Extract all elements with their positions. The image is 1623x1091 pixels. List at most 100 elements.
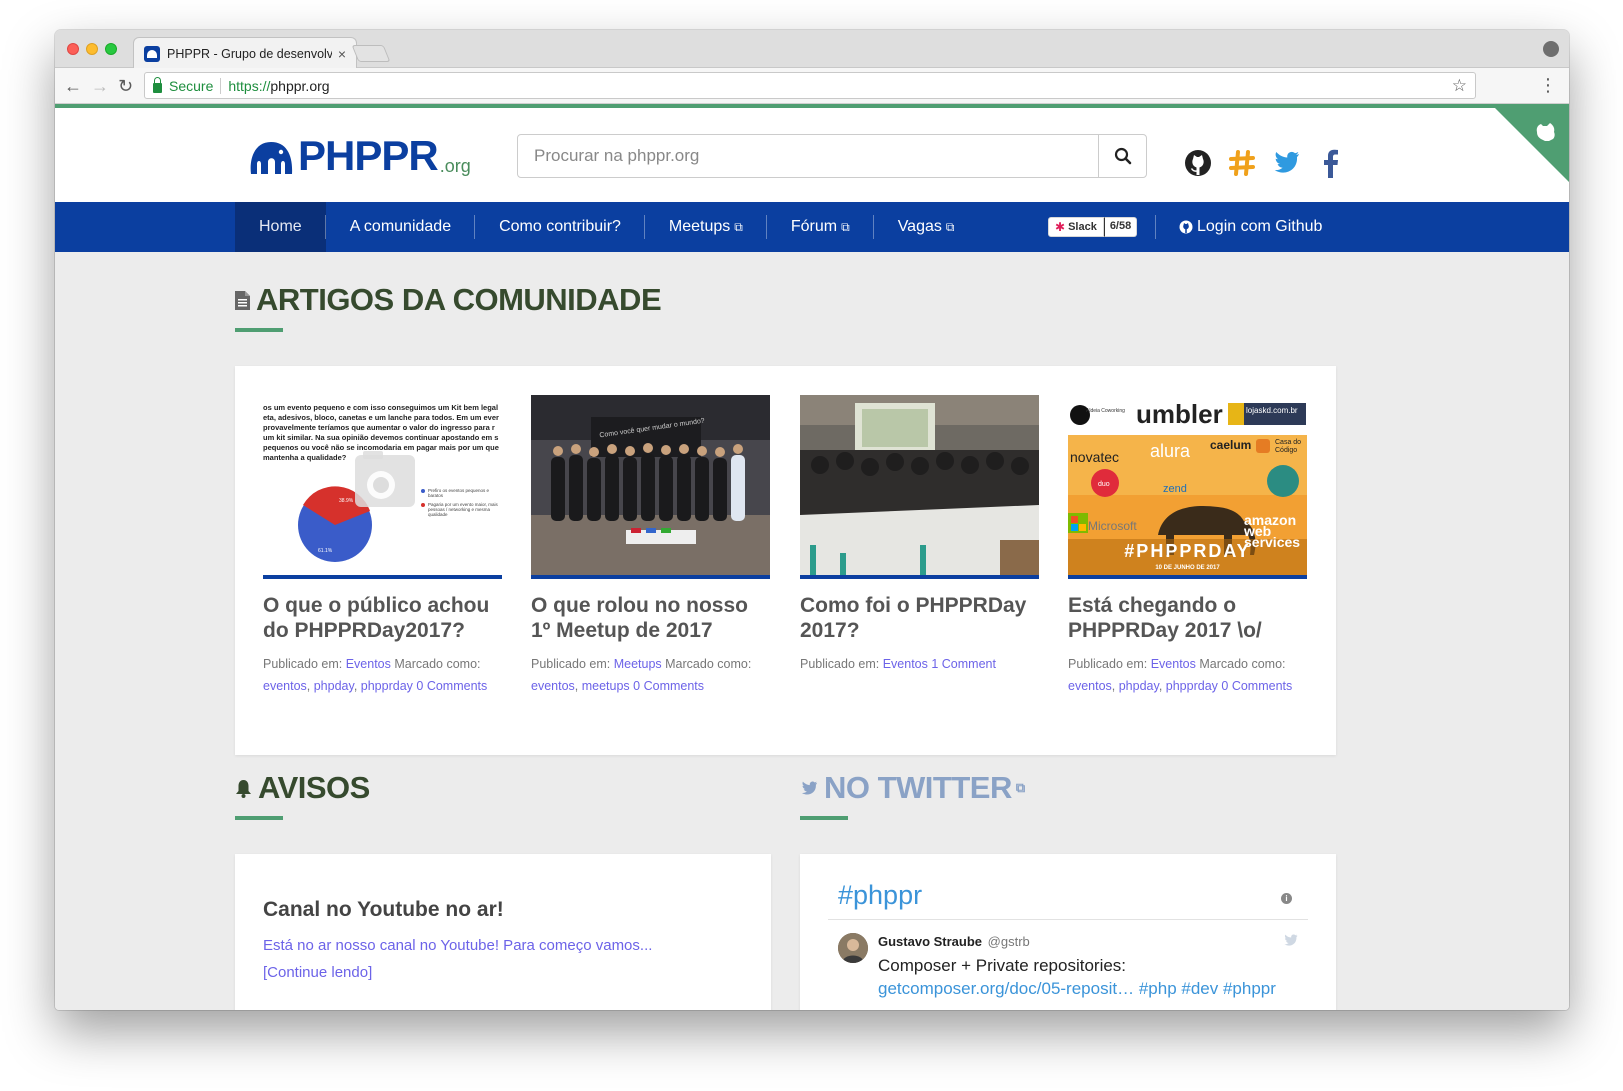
tag-link[interactable]: eventos bbox=[1068, 679, 1112, 693]
nav-forum-label: Fórum bbox=[790, 218, 838, 235]
tweet-author-handle: @gstrb bbox=[987, 934, 1030, 949]
nav-meetups[interactable]: Meetups ⧉ bbox=[645, 202, 767, 252]
lock-icon bbox=[153, 76, 162, 93]
published-label: Publicado em: bbox=[531, 657, 611, 671]
aviso-excerpt: Está no ar nosso canal no Youtube! Para … bbox=[263, 932, 733, 986]
article-card[interactable]: os um evento pequeno e com isso consegui… bbox=[263, 395, 502, 697]
nav-meetups-label: Meetups bbox=[668, 218, 731, 235]
slack-logo-icon: ✱ bbox=[1055, 220, 1066, 234]
nav-home[interactable]: Home bbox=[235, 202, 326, 252]
avisos-card: Canal no Youtube no ar! Está no ar nosso… bbox=[235, 854, 771, 1010]
twitter-widget-header: #phppr i bbox=[828, 874, 1308, 920]
nav-vagas[interactable]: Vagas ⧉ bbox=[874, 202, 979, 252]
read-more-link[interactable]: [Continue lendo] bbox=[263, 964, 372, 981]
event-crowd-photo bbox=[800, 395, 1039, 575]
article-card[interactable]: Como foi o PHPPRDay 2017? Publicado em: … bbox=[800, 395, 1039, 675]
tweet-author-name: Gustavo Straube bbox=[878, 934, 983, 949]
tweet-link[interactable]: getcomposer.org/doc/05-reposit… bbox=[878, 979, 1134, 998]
article-thumbnail[interactable]: Como você quer mudar o mundo? bbox=[531, 395, 770, 575]
tab-close-icon[interactable]: × bbox=[338, 46, 346, 62]
browser-menu-icon[interactable]: ⋮ bbox=[1539, 75, 1557, 95]
login-github-button[interactable]: Login com Github bbox=[1155, 202, 1322, 252]
facebook-icon[interactable] bbox=[1315, 148, 1345, 178]
article-thumbnail[interactable]: os um evento pequeno e com isso consegui… bbox=[263, 395, 502, 575]
category-link[interactable]: Eventos bbox=[1151, 657, 1196, 671]
article-title[interactable]: O que rolou no nosso 1º Meetup de 2017 bbox=[531, 593, 770, 643]
tab-title: PHPPR - Grupo de desenvolve bbox=[167, 46, 332, 61]
tag-link[interactable]: phpday bbox=[314, 679, 354, 693]
info-icon[interactable]: i bbox=[1281, 893, 1292, 904]
tag-link[interactable]: phpprday bbox=[1166, 679, 1218, 693]
thumbnail-bar bbox=[1068, 575, 1307, 579]
article-card[interactable]: Aldeia Coworking umbler lojaskd.com.br n… bbox=[1068, 395, 1307, 697]
article-thumbnail[interactable]: Aldeia Coworking umbler lojaskd.com.br n… bbox=[1068, 395, 1307, 575]
twitter-hashtag[interactable]: #phppr bbox=[838, 880, 922, 911]
slack-count: 6/58 bbox=[1103, 217, 1138, 237]
sponsor-logo: Microsoft bbox=[1088, 519, 1137, 533]
logo-suffix: .org bbox=[439, 156, 471, 176]
survey-pie-chart bbox=[298, 451, 425, 562]
main-navbar: Home A comunidade Como contribuir? Meetu… bbox=[55, 202, 1569, 252]
article-meta: Publicado em: Eventos Marcado como: even… bbox=[1068, 657, 1293, 693]
nav-a-comunidade[interactable]: A comunidade bbox=[326, 202, 476, 252]
tag-link[interactable]: eventos bbox=[263, 679, 307, 693]
back-arrow-icon[interactable]: ← bbox=[64, 74, 82, 98]
article-title[interactable]: O que o público achou do PHPPRDay2017? bbox=[263, 593, 502, 643]
twitter-icon[interactable] bbox=[1271, 148, 1301, 178]
search-button[interactable] bbox=[1098, 135, 1146, 177]
nav-como-contribuir[interactable]: Como contribuir? bbox=[475, 202, 645, 252]
octocat-icon bbox=[1536, 123, 1555, 141]
category-link[interactable]: Meetups bbox=[614, 657, 662, 671]
tag-link[interactable]: phpday bbox=[1119, 679, 1159, 693]
comments-link[interactable]: 0 Comments bbox=[1221, 679, 1292, 693]
aviso-title[interactable]: Canal no Youtube no ar! bbox=[263, 898, 504, 922]
tweet-body: Composer + Private repositories: bbox=[878, 956, 1127, 975]
nav-forum[interactable]: Fórum ⧉ bbox=[767, 202, 874, 252]
category-link[interactable]: Eventos bbox=[883, 657, 928, 671]
tag-link[interactable]: meetups bbox=[582, 679, 630, 693]
twitter-bird-icon[interactable] bbox=[1283, 934, 1298, 947]
avatar[interactable] bbox=[838, 933, 868, 963]
slack-icon[interactable] bbox=[1227, 148, 1257, 178]
comments-link[interactable]: 1 Comment bbox=[931, 657, 996, 671]
article-card[interactable]: Como você quer mudar o mundo? O que rolo… bbox=[531, 395, 770, 697]
browser-toolbar: ← → ↻ Secure https:// phppr.org ☆ ⋮ bbox=[55, 68, 1569, 104]
profile-icon[interactable] bbox=[1543, 41, 1559, 57]
pie-red-label: 38.9% bbox=[339, 498, 354, 504]
article-thumbnail[interactable] bbox=[800, 395, 1039, 575]
tweet-hashtags[interactable]: #php #dev #phppr bbox=[1139, 979, 1276, 998]
category-link[interactable]: Eventos bbox=[346, 657, 391, 671]
sponsor-logo: novatec bbox=[1070, 449, 1120, 465]
search-icon bbox=[1114, 147, 1131, 165]
new-tab-button[interactable] bbox=[351, 45, 391, 62]
article-title[interactable]: Como foi o PHPPRDay 2017? bbox=[800, 593, 1039, 643]
article-title[interactable]: Está chegando o PHPPRDay 2017 \o/ bbox=[1068, 593, 1307, 643]
slack-badge[interactable]: ✱ Slack 6/58 bbox=[1048, 217, 1138, 237]
search-input[interactable] bbox=[518, 135, 1098, 177]
tweet-author[interactable]: Gustavo Straube @gstrb bbox=[878, 934, 1030, 949]
slack-label: Slack bbox=[1068, 221, 1097, 233]
address-bar[interactable]: Secure https:// phppr.org ☆ bbox=[144, 72, 1476, 99]
login-label: Login com Github bbox=[1197, 218, 1323, 235]
tag-link[interactable]: eventos bbox=[531, 679, 575, 693]
tag-link[interactable]: phpprday bbox=[361, 679, 413, 693]
comments-link[interactable]: 0 Comments bbox=[633, 679, 704, 693]
tab-bar: PHPPR - Grupo de desenvolve × bbox=[55, 30, 1569, 69]
bookmark-star-icon[interactable]: ☆ bbox=[1452, 76, 1467, 96]
github-icon bbox=[1179, 220, 1193, 234]
maximize-window-button[interactable] bbox=[105, 43, 117, 55]
article-meta: Publicado em: Eventos 1 Comment bbox=[800, 653, 1039, 675]
event-hashtag: #PHPPRDAY bbox=[1124, 541, 1251, 561]
twitter-heading[interactable]: NO TWITTER ⧉ bbox=[800, 770, 1025, 820]
favicon-icon bbox=[144, 45, 160, 62]
reload-icon[interactable]: ↻ bbox=[118, 74, 133, 98]
forward-arrow-icon[interactable]: → bbox=[91, 74, 109, 98]
external-link-icon: ⧉ bbox=[734, 219, 743, 234]
browser-tab[interactable]: PHPPR - Grupo de desenvolve × bbox=[133, 37, 357, 69]
site-logo[interactable]: PHPPR .org bbox=[247, 135, 471, 177]
comments-link[interactable]: 0 Comments bbox=[416, 679, 487, 693]
close-window-button[interactable] bbox=[67, 43, 79, 55]
nav-como-contribuir-label: Como contribuir? bbox=[499, 218, 621, 235]
github-icon[interactable] bbox=[1183, 148, 1213, 178]
minimize-window-button[interactable] bbox=[86, 43, 98, 55]
